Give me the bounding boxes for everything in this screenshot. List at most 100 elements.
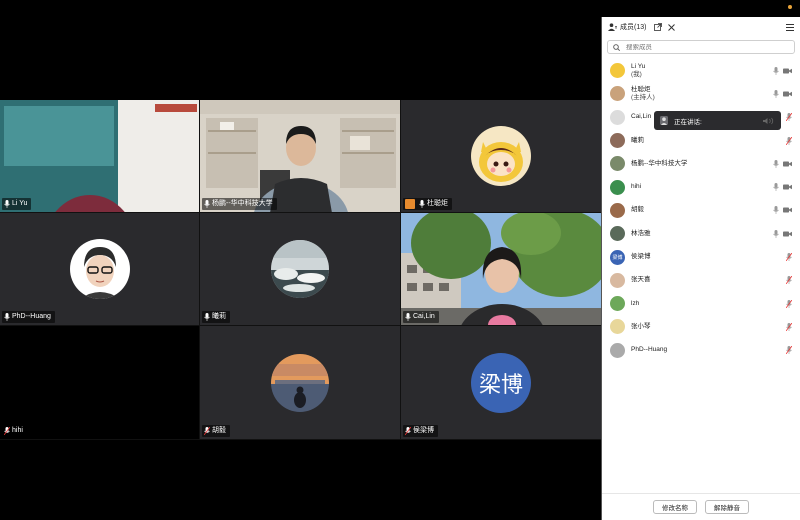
member-row[interactable]: 曦莉	[602, 129, 800, 152]
member-name-block: 张天喜	[631, 276, 651, 284]
participant-avatar	[69, 239, 130, 299]
camera-icon[interactable]	[783, 161, 792, 167]
video-tile[interactable]: 杨鹏--华中科技大学	[200, 100, 401, 213]
mic-icon	[419, 200, 425, 208]
speaker-avatar-icon	[660, 116, 668, 125]
member-row[interactable]: hihi	[602, 175, 800, 198]
member-row[interactable]: Li Yu (我)	[602, 59, 800, 82]
member-name: 侯梁博	[631, 253, 651, 261]
member-name: Li Yu	[631, 62, 646, 70]
member-avatar	[610, 133, 625, 149]
video-feed	[200, 100, 400, 212]
mic-icon	[405, 313, 411, 321]
mic-muted-icon	[4, 427, 10, 435]
member-status-icons	[773, 159, 792, 168]
participant-avatar	[271, 353, 329, 412]
member-name-block: Li Yu (我)	[631, 63, 645, 79]
mic-icon[interactable]	[786, 322, 792, 331]
participant-name-tag: hihi	[2, 425, 27, 437]
member-avatar	[610, 296, 625, 312]
video-tile[interactable]: hihi	[0, 326, 200, 440]
rename-button[interactable]: 修改名称	[653, 500, 697, 514]
participant-name: 曦莉	[212, 313, 226, 320]
video-tile[interactable]: 曦莉	[200, 213, 401, 326]
video-grid: Li Yu 杨鹏--华中科技大学 杜聪炬 PhD--Huang 曦莉 Cai,L…	[0, 100, 602, 440]
members-panel-title: 成员(13)	[620, 24, 647, 31]
video-tile[interactable]: 胡毅	[200, 326, 401, 440]
member-name: 张小琴	[631, 322, 651, 330]
camera-icon[interactable]	[783, 207, 792, 213]
member-status-icons	[773, 66, 792, 75]
unmute-all-button[interactable]: 解除静音	[705, 500, 749, 514]
member-row[interactable]: 杜聪炬 (主持人)	[602, 82, 800, 105]
member-status-icons	[786, 276, 792, 285]
member-status-icons	[773, 206, 792, 215]
camera-icon[interactable]	[783, 68, 792, 74]
camera-icon[interactable]	[783, 91, 792, 97]
camera-icon[interactable]	[783, 231, 792, 237]
video-tile[interactable]: Li Yu	[0, 100, 200, 213]
mic-icon[interactable]	[773, 89, 779, 98]
video-tile[interactable]: 杜聪炬	[401, 100, 602, 213]
member-avatar	[610, 272, 625, 288]
popout-icon[interactable]	[654, 23, 663, 31]
mic-icon[interactable]	[773, 183, 779, 192]
video-tile[interactable]: 梁博 侯梁博	[401, 326, 602, 440]
mic-icon[interactable]	[786, 113, 792, 122]
member-search-box[interactable]	[607, 40, 795, 54]
participant-name-tag: 胡毅	[202, 425, 230, 437]
member-row[interactable]: 林浩雅	[602, 222, 800, 245]
member-row[interactable]: 梁博 侯梁博	[602, 245, 800, 268]
members-panel-header: 成员(13)	[602, 17, 800, 37]
close-icon[interactable]	[668, 23, 676, 31]
mic-icon[interactable]	[786, 299, 792, 308]
mic-icon[interactable]	[786, 253, 792, 262]
member-avatar: 梁博	[610, 249, 625, 265]
mic-icon[interactable]	[773, 159, 779, 168]
member-row[interactable]: lzh	[602, 292, 800, 315]
video-tile[interactable]: PhD--Huang	[0, 213, 200, 326]
member-name: PhD--Huang	[631, 346, 668, 354]
member-avatar	[610, 156, 625, 172]
speaking-indicator: 正在讲话:	[654, 111, 781, 130]
mic-icon[interactable]	[773, 229, 779, 238]
member-name-block: PhD--Huang	[631, 346, 667, 354]
member-status-icons	[773, 89, 792, 98]
members-panel-footer: 修改名称 解除静音	[602, 493, 800, 520]
menu-icon[interactable]	[786, 23, 794, 31]
participant-name: 胡毅	[212, 427, 226, 434]
mic-icon[interactable]	[786, 136, 792, 145]
search-input[interactable]	[626, 43, 776, 51]
participant-name: 杨鹏--华中科技大学	[212, 200, 273, 207]
member-avatar	[610, 202, 625, 218]
member-name: lzh	[631, 299, 640, 307]
member-status-icons	[773, 183, 792, 192]
member-name-block: 侯梁博	[631, 253, 651, 261]
member-role: (主持人)	[631, 93, 655, 101]
participant-name: 杜聪炬	[427, 200, 448, 207]
camera-icon[interactable]	[783, 184, 792, 190]
mic-icon[interactable]	[773, 206, 779, 215]
member-row[interactable]: 张小琴	[602, 315, 800, 338]
mic-icon[interactable]	[786, 276, 792, 285]
mic-icon	[4, 200, 10, 208]
member-name-block: 曦莉	[631, 137, 644, 145]
member-name: 杨鹏--华中科技大学	[631, 159, 688, 167]
mic-muted-icon	[204, 427, 210, 435]
member-row[interactable]: 张天喜	[602, 269, 800, 292]
mic-icon	[204, 200, 210, 208]
participant-name: Cai,Lin	[413, 313, 435, 320]
member-avatar	[610, 63, 625, 79]
member-row[interactable]: PhD--Huang	[602, 339, 800, 362]
mic-icon[interactable]	[786, 346, 792, 355]
member-status-icons	[786, 136, 792, 145]
member-avatar	[610, 342, 625, 358]
members-icon	[608, 23, 617, 31]
member-status-icons	[786, 299, 792, 308]
host-icon	[405, 199, 415, 209]
video-tile[interactable]: Cai,Lin	[401, 213, 602, 326]
member-row[interactable]: 杨鹏--华中科技大学	[602, 152, 800, 175]
member-row[interactable]: 胡毅	[602, 199, 800, 222]
mic-icon[interactable]	[773, 66, 779, 75]
participant-name-tag: 曦莉	[202, 311, 230, 323]
